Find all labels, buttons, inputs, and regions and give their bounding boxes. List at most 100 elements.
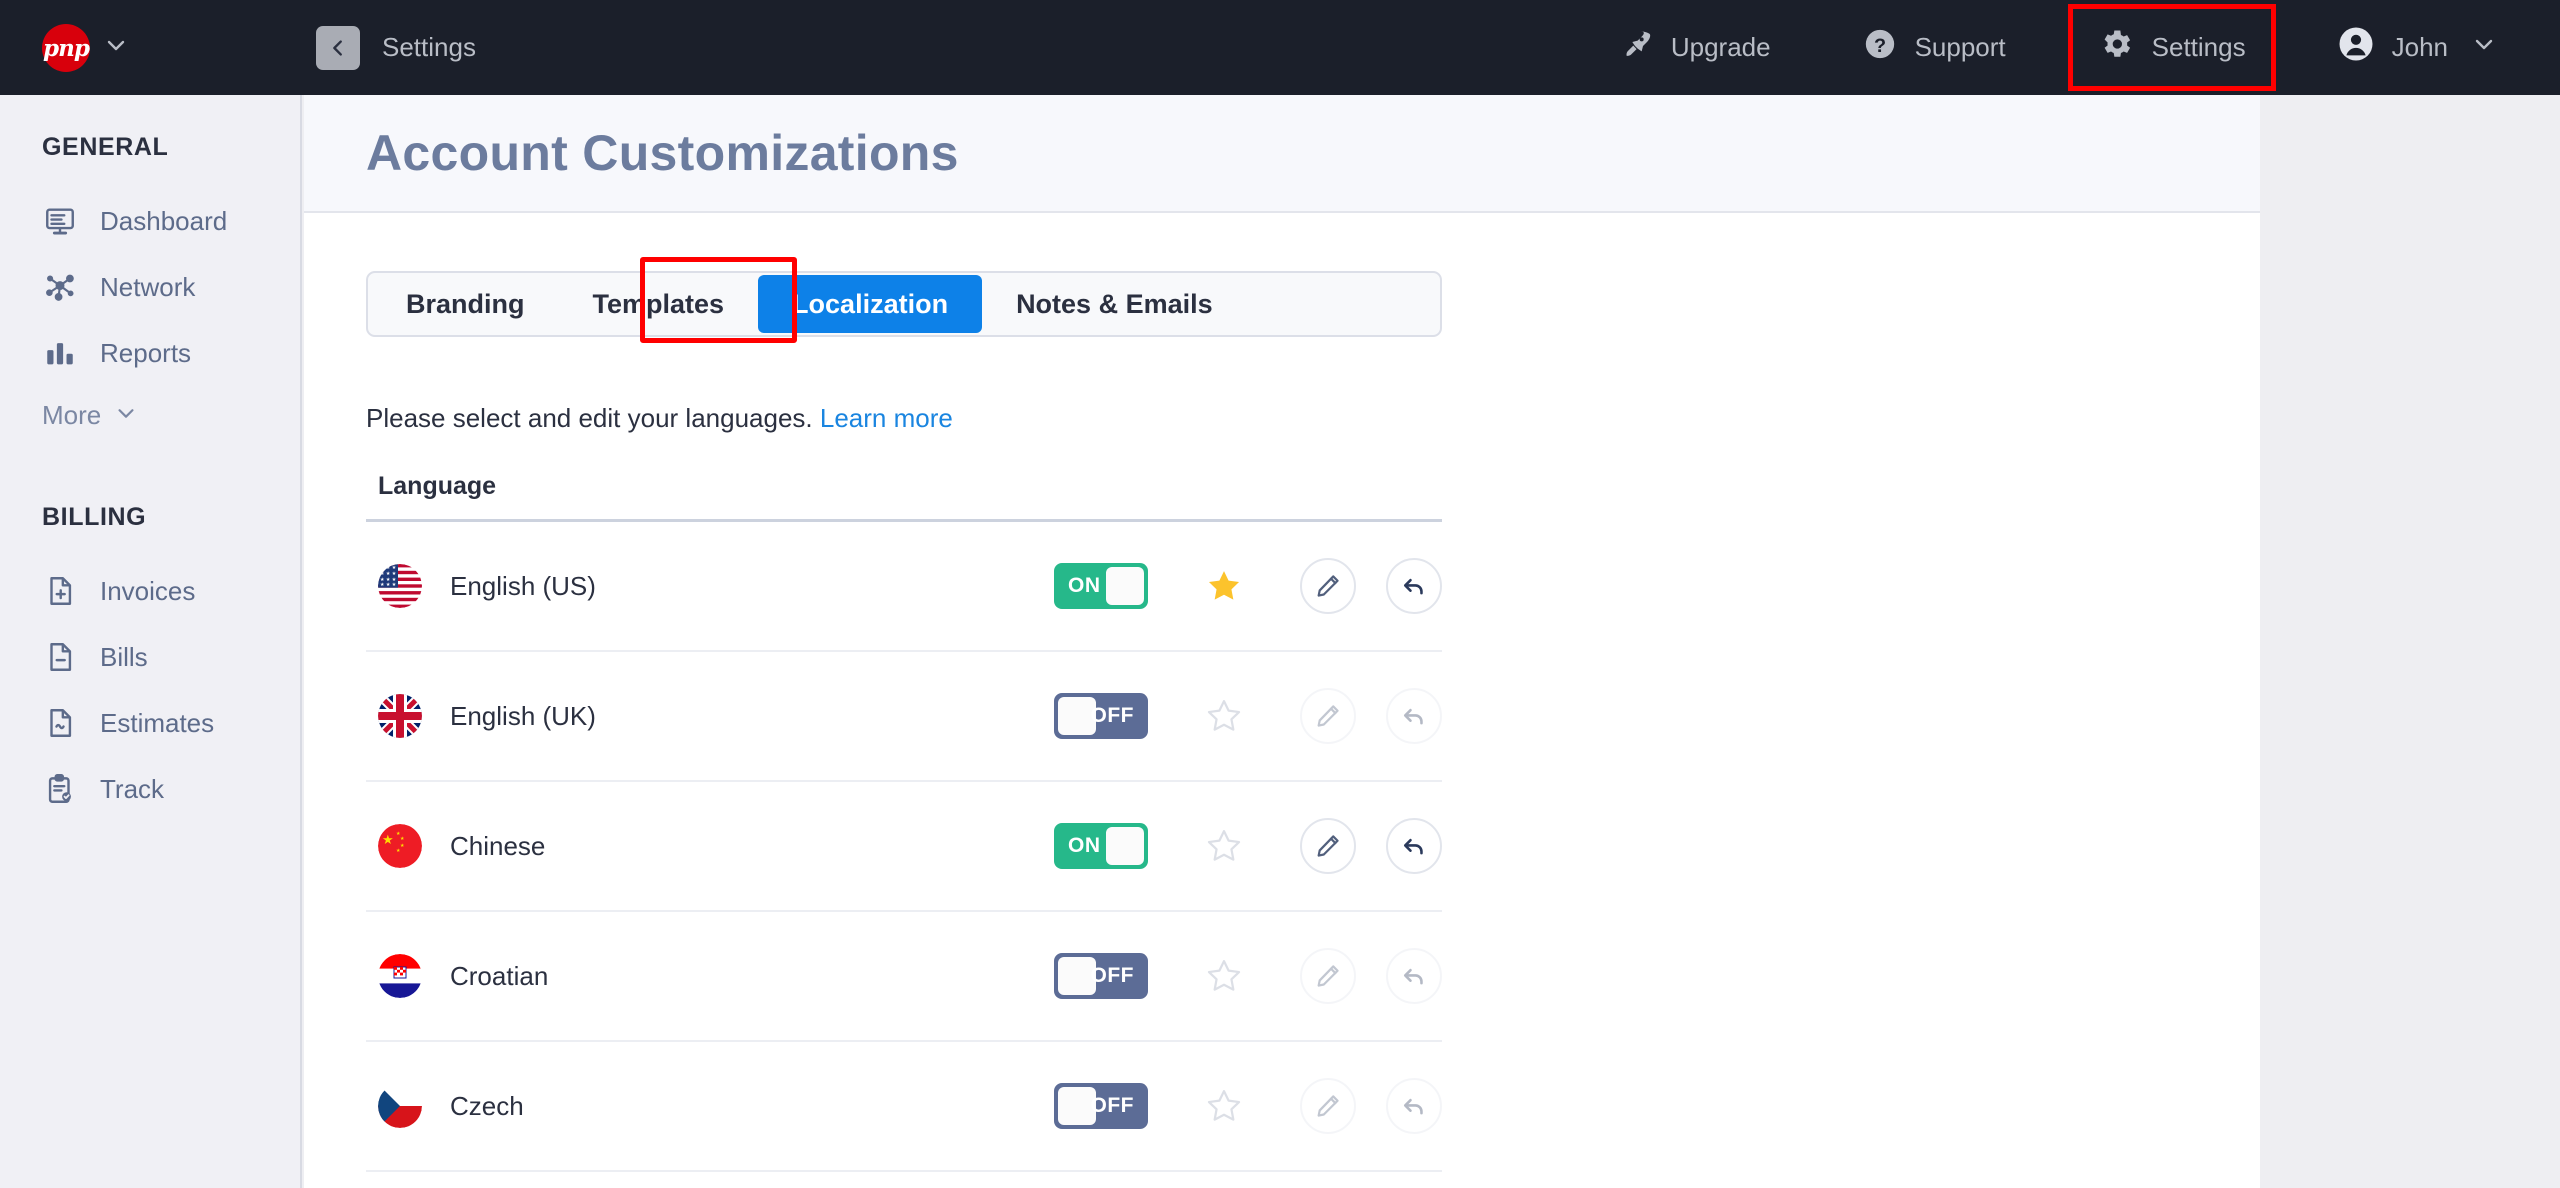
rocket-icon bbox=[1621, 28, 1653, 67]
nav-item-upgrade[interactable]: Upgrade bbox=[1595, 14, 1797, 81]
page-header: Account Customizations bbox=[304, 95, 2260, 213]
default-language-star[interactable] bbox=[1204, 1087, 1244, 1125]
reset-language-button[interactable] bbox=[1386, 818, 1442, 874]
sidebar: GENERAL Dashboard Network bbox=[0, 95, 302, 1188]
default-language-star[interactable] bbox=[1204, 827, 1244, 865]
document-minus-icon bbox=[42, 639, 78, 675]
edit-language-button[interactable] bbox=[1300, 818, 1356, 874]
row-controls: ON bbox=[1054, 558, 1442, 614]
edit-language-button[interactable] bbox=[1300, 558, 1356, 614]
svg-text:★: ★ bbox=[396, 848, 401, 854]
sidebar-item-bills[interactable]: Bills bbox=[0, 624, 300, 690]
toggle-label: ON bbox=[1054, 834, 1115, 858]
tab-localization[interactable]: Localization bbox=[758, 275, 982, 333]
language-toggle[interactable]: OFF bbox=[1054, 953, 1148, 999]
tab-templates[interactable]: Templates bbox=[559, 275, 759, 333]
nav-item-label: John bbox=[2392, 32, 2448, 63]
sidebar-item-dashboard[interactable]: Dashboard bbox=[0, 188, 300, 254]
toggle-label: OFF bbox=[1077, 704, 1149, 728]
learn-more-link[interactable]: Learn more bbox=[820, 403, 953, 433]
sidebar-more-label: More bbox=[42, 400, 101, 431]
edit-language-button[interactable] bbox=[1300, 688, 1356, 744]
sidebar-item-invoices[interactable]: Invoices bbox=[0, 558, 300, 624]
reset-language-button[interactable] bbox=[1386, 1078, 1442, 1134]
row-controls: OFF bbox=[1054, 948, 1442, 1004]
sidebar-item-label: Invoices bbox=[100, 576, 195, 607]
reset-language-button[interactable] bbox=[1386, 688, 1442, 744]
sidebar-item-estimates[interactable]: Estimates bbox=[0, 690, 300, 756]
toggle-label: ON bbox=[1054, 574, 1115, 598]
sidebar-item-track[interactable]: Track bbox=[0, 756, 300, 822]
nav-item-label: Settings bbox=[2152, 32, 2246, 63]
pencil-icon bbox=[1314, 832, 1342, 860]
sidebar-item-label: Reports bbox=[100, 338, 191, 369]
flag-uk-icon bbox=[378, 694, 422, 738]
language-toggle[interactable]: OFF bbox=[1054, 1083, 1148, 1129]
nav-item-user[interactable]: John bbox=[2312, 12, 2522, 83]
nav-item-label: Support bbox=[1915, 32, 2006, 63]
network-nodes-icon bbox=[42, 269, 78, 305]
sidebar-section-general: GENERAL bbox=[0, 133, 300, 162]
undo-arrow-icon bbox=[1400, 1092, 1428, 1120]
edit-language-button[interactable] bbox=[1300, 948, 1356, 1004]
instruction-label: Please select and edit your languages. bbox=[366, 403, 813, 433]
chevron-left-icon bbox=[327, 37, 349, 59]
sidebar-item-label: Estimates bbox=[100, 708, 214, 739]
bar-chart-icon bbox=[42, 335, 78, 371]
main-content: Account Customizations Branding Template… bbox=[304, 95, 2260, 1188]
sidebar-item-network[interactable]: Network bbox=[0, 254, 300, 320]
sidebar-section-billing: BILLING bbox=[0, 503, 300, 532]
pencil-icon bbox=[1314, 572, 1342, 600]
edit-language-button[interactable] bbox=[1300, 1078, 1356, 1134]
sidebar-item-label: Track bbox=[100, 774, 164, 805]
document-tilde-icon bbox=[42, 705, 78, 741]
column-header-language: Language bbox=[366, 472, 1442, 522]
default-language-star[interactable] bbox=[1204, 957, 1244, 995]
avatar-icon bbox=[2338, 26, 2374, 69]
tab-bar: Branding Templates Localization Notes & … bbox=[366, 271, 1442, 337]
sidebar-item-label: Network bbox=[100, 272, 195, 303]
default-language-star[interactable] bbox=[1204, 567, 1244, 605]
tab-branding[interactable]: Branding bbox=[372, 275, 559, 333]
sidebar-item-reports[interactable]: Reports bbox=[0, 320, 300, 386]
brand-zone: pnp bbox=[0, 0, 302, 95]
reset-language-button[interactable] bbox=[1386, 948, 1442, 1004]
table-row[interactable]: English (UK) OFF bbox=[366, 652, 1442, 782]
language-toggle[interactable]: ON bbox=[1054, 563, 1148, 609]
language-name: English (US) bbox=[450, 571, 596, 602]
chevron-down-icon bbox=[115, 400, 137, 431]
language-toggle[interactable]: ON bbox=[1054, 823, 1148, 869]
svg-text:?: ? bbox=[1874, 35, 1886, 57]
language-table: Language bbox=[366, 472, 1442, 1172]
gear-icon bbox=[2098, 26, 2134, 69]
table-row[interactable]: Croatian OFF bbox=[366, 912, 1442, 1042]
language-name: Czech bbox=[450, 1091, 524, 1122]
nav-item-support[interactable]: ? Support bbox=[1837, 13, 2032, 82]
clipboard-check-icon bbox=[42, 771, 78, 807]
table-row[interactable]: ★ ★ ★ ★ ★ Chinese ON bbox=[366, 782, 1442, 912]
language-toggle[interactable]: OFF bbox=[1054, 693, 1148, 739]
table-row[interactable]: ★ ★ ★★ ★ ★ ★ ★ ★★ ★ ★ English (US) ON bbox=[366, 522, 1442, 652]
undo-arrow-icon bbox=[1400, 702, 1428, 730]
svg-text:★: ★ bbox=[400, 836, 405, 842]
svg-text:★ ★ ★: ★ ★ ★ bbox=[380, 582, 397, 588]
row-controls: OFF bbox=[1054, 688, 1442, 744]
tab-notes-emails[interactable]: Notes & Emails bbox=[982, 275, 1247, 333]
sidebar-more-toggle[interactable]: More bbox=[0, 386, 300, 445]
default-language-star[interactable] bbox=[1204, 697, 1244, 735]
flag-cz-icon bbox=[378, 1084, 422, 1128]
svg-text:★: ★ bbox=[382, 832, 394, 847]
toggle-label: OFF bbox=[1077, 964, 1149, 988]
breadcrumb: Settings bbox=[382, 32, 476, 63]
chevron-down-icon[interactable] bbox=[104, 33, 128, 62]
nav-item-settings[interactable]: Settings bbox=[2072, 8, 2272, 87]
app-logo[interactable]: pnp bbox=[42, 24, 90, 72]
pencil-icon bbox=[1314, 702, 1342, 730]
row-controls: ON bbox=[1054, 818, 1442, 874]
table-row[interactable]: Czech OFF bbox=[366, 1042, 1442, 1172]
reset-language-button[interactable] bbox=[1386, 558, 1442, 614]
back-button[interactable] bbox=[316, 26, 360, 70]
localization-panel: Branding Templates Localization Notes & … bbox=[304, 213, 2260, 1172]
page-title: Account Customizations bbox=[366, 124, 959, 182]
instruction-text: Please select and edit your languages. L… bbox=[366, 403, 2198, 434]
